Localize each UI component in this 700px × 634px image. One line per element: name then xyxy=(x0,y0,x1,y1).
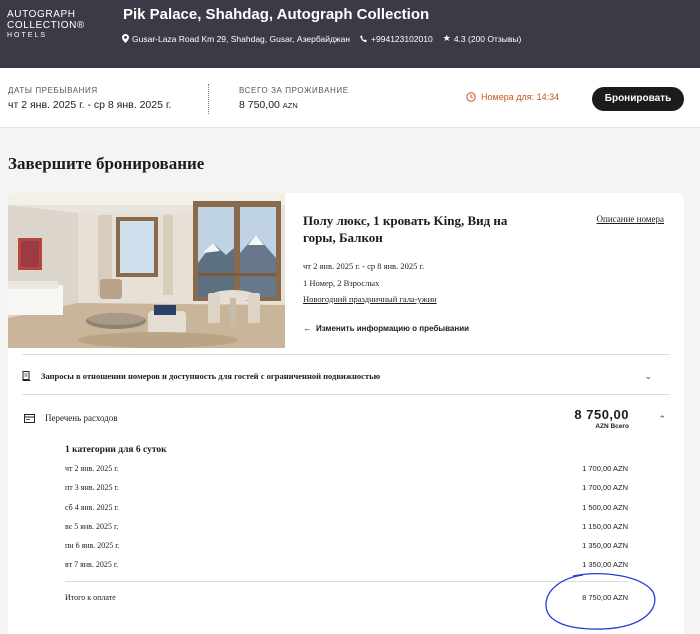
room-dates: чт 2 янв. 2025 г. - ср 8 янв. 2025 г. xyxy=(303,261,425,271)
booking-card: Полу люкс, 1 кровать King, Вид на горы, … xyxy=(8,193,684,634)
top-header: AUTOGRAPH COLLECTION® HOTELS Pik Palace,… xyxy=(0,0,700,68)
arrow-left-icon: ← xyxy=(303,323,312,333)
expenses-total-amount: 8 750,00 xyxy=(574,407,629,422)
accessibility-label: Запросы в отношении номеров и доступност… xyxy=(41,371,381,381)
night-row: пт 3 янв. 2025 г. 1 700,00 AZN xyxy=(65,483,628,495)
stay-total-value: 8 750,00 AZN xyxy=(239,99,349,111)
clock-icon xyxy=(466,92,476,102)
night-row: вс 5 янв. 2025 г. 1 150,00 AZN xyxy=(65,522,628,534)
total-currency: AZN xyxy=(282,101,298,110)
brand-logo[interactable]: AUTOGRAPH COLLECTION® HOTELS xyxy=(7,9,87,41)
logo-text: AUTOGRAPH xyxy=(7,9,76,20)
hotel-phone[interactable]: +994123102010 xyxy=(371,34,433,44)
divider xyxy=(208,84,209,114)
change-stay-text: Изменить информацию о пребывании xyxy=(316,323,470,333)
location-pin-icon xyxy=(122,34,129,43)
night-price: 1 500,00 AZN xyxy=(582,503,628,512)
night-date: сб 4 янв. 2025 г. xyxy=(65,503,119,512)
book-button[interactable]: Бронировать xyxy=(592,87,684,111)
night-row: сб 4 янв. 2025 г. 1 500,00 AZN xyxy=(65,503,628,515)
category-title: 1 категории для 6 суток xyxy=(65,445,167,455)
chevron-up-icon[interactable]: ⌃ xyxy=(658,414,666,425)
booking-summary: ДАТЫ ПРЕБЫВАНИЯ чт 2 янв. 2025 г. - ср 8… xyxy=(0,68,700,128)
night-price: 1 700,00 AZN xyxy=(582,464,628,473)
stay-dates-label: ДАТЫ ПРЕБЫВАНИЯ xyxy=(8,86,98,95)
room-photo-illustration xyxy=(8,193,285,348)
night-date: пт 3 янв. 2025 г. xyxy=(65,483,119,492)
hold-timer-text: Номера для: 14:34 xyxy=(481,92,560,102)
logo-text: COLLECTION® xyxy=(7,20,85,31)
night-price: 1 150,00 AZN xyxy=(582,522,628,531)
night-row: пн 6 янв. 2025 г. 1 350,00 AZN xyxy=(65,541,628,553)
hotel-address[interactable]: Gusar-Laza Road Km 29, Shahdag, Gusar, А… xyxy=(132,34,350,44)
stay-dates-value: чт 2 янв. 2025 г. - ср 8 янв. 2025 г. xyxy=(8,99,172,111)
room-title: Полу люкс, 1 кровать King, Вид на горы, … xyxy=(303,213,508,245)
hotel-name: Pik Palace, Shahdag, Autograph Collectio… xyxy=(123,6,430,23)
expenses-total: 8 750,00 AZN Всего xyxy=(574,407,629,430)
accessibility-toggle[interactable]: Запросы в отношении номеров и доступност… xyxy=(22,367,670,385)
receipt-icon xyxy=(24,413,35,423)
expenses-header[interactable]: Перечень расходов xyxy=(24,413,118,423)
hotel-meta: Gusar-Laza Road Km 29, Shahdag, Gusar, А… xyxy=(122,33,521,44)
night-price: 1 700,00 AZN xyxy=(582,483,628,492)
room-occupancy: 1 Номер, 2 Взрослых xyxy=(303,278,380,288)
annotation-circle xyxy=(545,573,656,630)
stay-total: ВСЕГО ЗА ПРОЖИВАНИЕ 8 750,00 AZN xyxy=(239,86,349,111)
night-date: чт 2 янв. 2025 г. xyxy=(65,464,119,473)
change-stay-link[interactable]: ← Изменить информацию о пребывании xyxy=(303,323,469,333)
room-package-link[interactable]: Новогодний праздничный гала-ужин xyxy=(303,294,437,304)
star-icon: ★ xyxy=(442,33,451,43)
chevron-down-icon: ⌄ xyxy=(644,370,652,381)
night-date: вс 5 янв. 2025 г. xyxy=(65,522,119,531)
night-date: вт 7 янв. 2025 г. xyxy=(65,560,119,569)
night-row: вт 7 янв. 2025 г. 1 350,00 AZN xyxy=(65,560,628,572)
divider xyxy=(22,394,670,395)
room-description-link[interactable]: Описание номера xyxy=(597,214,664,224)
stay-dates: ДАТЫ ПРЕБЫВАНИЯ чт 2 янв. 2025 г. - ср 8… xyxy=(8,86,171,111)
logo-text: HOTELS xyxy=(7,32,48,39)
total-amount: 8 750,00 xyxy=(239,99,280,111)
total-payable-label: Итого к оплате xyxy=(65,593,116,602)
night-price: 1 350,00 AZN xyxy=(582,541,628,550)
expenses-label: Перечень расходов xyxy=(45,413,118,423)
room-photo[interactable] xyxy=(8,193,285,348)
phone-icon xyxy=(360,34,367,42)
expenses-total-caption: AZN Всего xyxy=(595,423,629,430)
hotel-rating[interactable]: 4.3 (200 Отзывы) xyxy=(454,34,522,44)
night-row: чт 2 янв. 2025 г. 1 700,00 AZN xyxy=(65,464,628,476)
divider xyxy=(22,354,670,355)
hold-timer: Номера для: 14:34 xyxy=(466,92,559,102)
page-title: Завершите бронирование xyxy=(8,154,205,173)
accessibility-doc-icon xyxy=(22,371,31,381)
night-date: пн 6 янв. 2025 г. xyxy=(65,541,120,550)
stay-total-label: ВСЕГО ЗА ПРОЖИВАНИЕ xyxy=(239,86,349,95)
night-price: 1 350,00 AZN xyxy=(582,560,628,569)
